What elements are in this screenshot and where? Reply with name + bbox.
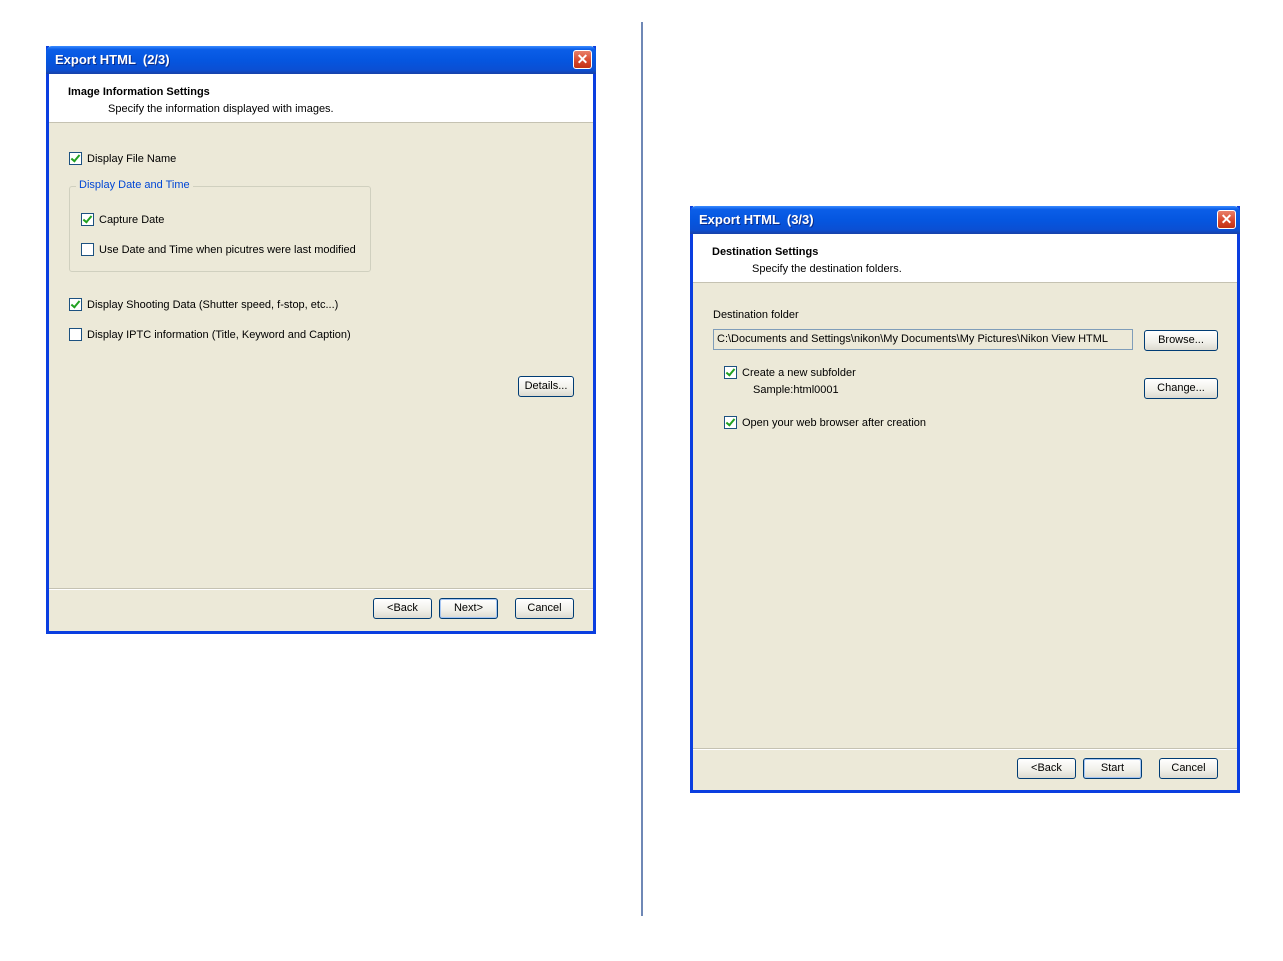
checkbox-label: Capture Date (99, 213, 165, 226)
header-title: Image Information Settings (68, 86, 210, 98)
header-subtitle: Specify the information displayed with i… (108, 103, 334, 115)
footer-separator (693, 748, 1237, 750)
dialog-title: Export HTML (2/3) (55, 52, 170, 67)
export-html-dialog-step-2: Export HTML (2/3) ✕ Image Information Se… (46, 46, 596, 634)
footer-separator (49, 588, 593, 590)
checkbox-checked-icon[interactable] (69, 298, 82, 311)
export-html-dialog-step-3: Export HTML (3/3) ✕ Destination Settings… (690, 206, 1240, 793)
shooting-data-checkbox[interactable]: Display Shooting Data (Shutter speed, f-… (69, 298, 338, 311)
capture-date-checkbox[interactable]: Capture Date (81, 213, 164, 226)
use-modified-date-checkbox[interactable]: Use Date and Time when picutres were las… (81, 243, 356, 256)
destination-folder-label: Destination folder (713, 309, 799, 321)
header-subtitle: Specify the destination folders. (752, 263, 902, 275)
change-button[interactable]: Change... (1144, 378, 1218, 399)
display-file-name-checkbox[interactable]: Display File Name (69, 152, 176, 165)
checkbox-checked-icon[interactable] (81, 213, 94, 226)
dialog-titlebar[interactable]: Export HTML (2/3) ✕ (46, 46, 596, 74)
checkbox-label: Display Shooting Data (Shutter speed, f-… (87, 298, 339, 311)
checkbox-unchecked-icon[interactable] (69, 328, 82, 341)
create-subfolder-checkbox[interactable]: Create a new subfolder (724, 366, 856, 379)
page-divider (641, 22, 643, 916)
subfolder-sample-text: Sample:html0001 (753, 384, 839, 396)
details-button[interactable]: Details... (518, 376, 574, 397)
checkbox-label: Display IPTC information (Title, Keyword… (87, 328, 351, 341)
cancel-button[interactable]: Cancel (515, 598, 574, 619)
dialog-titlebar[interactable]: Export HTML (3/3) ✕ (690, 206, 1240, 234)
back-button[interactable]: <Back (373, 598, 432, 619)
iptc-info-checkbox[interactable]: Display IPTC information (Title, Keyword… (69, 328, 351, 341)
checkbox-unchecked-icon[interactable] (81, 243, 94, 256)
checkbox-checked-icon[interactable] (724, 416, 737, 429)
checkbox-label: Open your web browser after creation (742, 416, 927, 429)
next-button[interactable]: Next> (439, 598, 498, 619)
header-title: Destination Settings (712, 246, 819, 258)
checkbox-label: Use Date and Time when picutres were las… (99, 243, 356, 256)
destination-path-field[interactable]: C:\Documents and Settings\nikon\My Docum… (713, 329, 1133, 350)
open-browser-checkbox[interactable]: Open your web browser after creation (724, 416, 926, 429)
close-icon[interactable]: ✕ (1217, 210, 1236, 229)
back-button[interactable]: <Back (1017, 758, 1076, 779)
date-time-groupbox: Display Date and Time Capture Date Use D… (69, 179, 371, 272)
dialog-title: Export HTML (3/3) (699, 212, 814, 227)
dialog-header: Destination Settings Specify the destina… (693, 234, 1237, 283)
checkbox-label: Display File Name (87, 152, 177, 165)
start-button[interactable]: Start (1083, 758, 1142, 779)
dialog-header: Image Information Settings Specify the i… (49, 74, 593, 123)
cancel-button[interactable]: Cancel (1159, 758, 1218, 779)
checkbox-label: Create a new subfolder (742, 366, 856, 379)
checkbox-checked-icon[interactable] (724, 366, 737, 379)
checkbox-checked-icon[interactable] (69, 152, 82, 165)
close-icon[interactable]: ✕ (573, 50, 592, 69)
browse-button[interactable]: Browse... (1144, 330, 1218, 351)
groupbox-label: Display Date and Time (76, 179, 193, 191)
